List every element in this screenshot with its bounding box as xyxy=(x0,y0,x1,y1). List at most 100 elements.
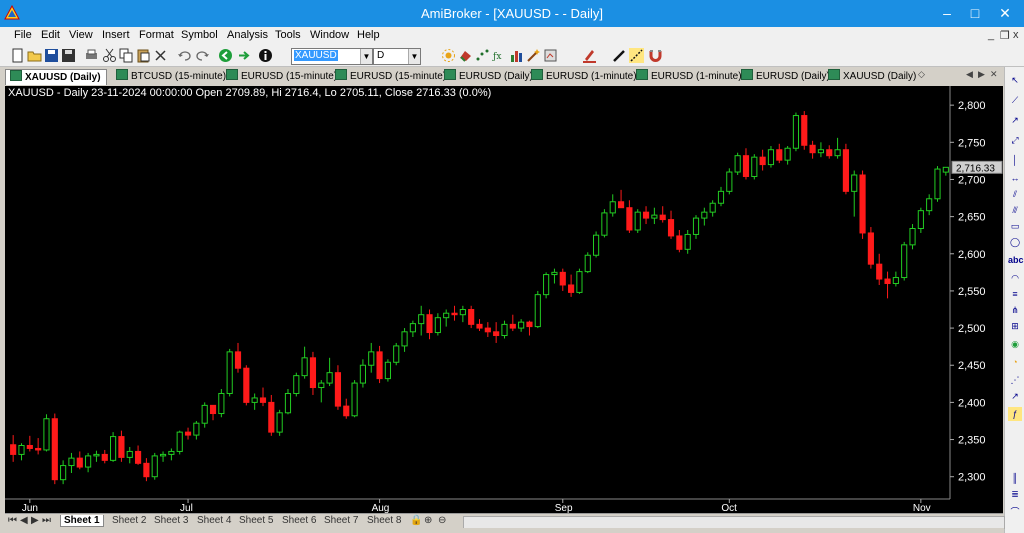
scan-icon[interactable] xyxy=(543,48,558,63)
copy-icon[interactable] xyxy=(119,48,134,63)
tab-close-icon[interactable]: ✕ xyxy=(990,69,998,80)
print-icon[interactable] xyxy=(84,48,99,63)
redo-icon[interactable] xyxy=(195,48,210,63)
save-icon[interactable] xyxy=(44,48,59,63)
symbol-value[interactable]: XAUUSD xyxy=(294,50,338,61)
sheet-tab-4[interactable]: Sheet 4 xyxy=(197,515,231,526)
tab-eurusd-daily-2[interactable]: EURUSD (Daily) xyxy=(737,69,830,84)
maximize-button[interactable]: □ xyxy=(962,4,988,22)
tab-eurusd-daily-1[interactable]: EURUSD (Daily) xyxy=(440,69,533,84)
chevron-down-icon[interactable]: ▼ xyxy=(360,49,372,64)
paste-icon[interactable] xyxy=(136,48,151,63)
horizontal-line-icon[interactable]: ↔ xyxy=(1008,171,1022,185)
menu-format[interactable]: Format xyxy=(139,29,174,41)
paint-icon[interactable] xyxy=(458,48,473,63)
menu-view[interactable]: View xyxy=(69,29,93,41)
open-folder-icon[interactable] xyxy=(27,48,42,63)
cycle-icon[interactable]: ◉ xyxy=(1008,337,1022,351)
tab-eurusd-1min-1[interactable]: EURUSD (1-minute) xyxy=(527,69,637,84)
gann-square-icon[interactable]: ⊞ xyxy=(1008,319,1022,333)
zigzag-icon[interactable]: ⋰ xyxy=(1008,373,1022,387)
extended-line-icon[interactable]: ⤢ xyxy=(1008,133,1022,147)
sheet-prev-icon[interactable]: ◀ xyxy=(20,515,28,526)
text-icon[interactable]: abc xyxy=(1008,253,1024,267)
menu-file[interactable]: File xyxy=(14,29,32,41)
trendline-icon[interactable]: ⟋ xyxy=(1008,93,1022,107)
delete-icon[interactable] xyxy=(153,48,168,63)
candlestick-chart-svg[interactable]: 2,300 2,350 2,400 2,450 2,500 2,550 2,600 2,650… xyxy=(5,86,1003,513)
andrews-pitchfork-icon[interactable]: ⋔ xyxy=(1008,303,1022,317)
ellipse-icon[interactable]: ◯ xyxy=(1008,235,1022,249)
pencil-icon[interactable] xyxy=(612,48,627,63)
interval-value[interactable]: D xyxy=(377,50,384,61)
new-file-icon[interactable] xyxy=(10,48,25,63)
menu-insert[interactable]: Insert xyxy=(102,29,130,41)
minimize-button[interactable]: – xyxy=(934,4,960,22)
tab-eurusd-15min-1[interactable]: EURUSD (15-minute) xyxy=(222,69,337,84)
tab-eurusd-1min-2[interactable]: EURUSD (1-minute) xyxy=(632,69,742,84)
bar-chart-icon[interactable] xyxy=(509,48,524,63)
sheet-last-icon[interactable]: ⏭ xyxy=(42,515,51,526)
magnet-icon[interactable] xyxy=(648,48,663,63)
cut-icon[interactable] xyxy=(102,48,117,63)
forward-arrow-icon[interactable] xyxy=(236,48,251,63)
menu-symbol[interactable]: Symbol xyxy=(181,29,218,41)
menu-help[interactable]: Help xyxy=(357,29,380,41)
tab-btcusd-15min[interactable]: BTCUSD (15-minute) xyxy=(112,69,226,84)
close-button[interactable]: ✕ xyxy=(992,4,1018,22)
tab-eurusd-15min-2[interactable]: EURUSD (15-minute) xyxy=(331,69,446,84)
info-icon[interactable] xyxy=(258,48,273,63)
sheet-first-icon[interactable]: ⏮ xyxy=(8,515,17,526)
zoom-in-icon[interactable]: ⊕ xyxy=(424,515,432,526)
mdi-close-button[interactable]: x xyxy=(1013,29,1019,41)
menu-analysis[interactable]: Analysis xyxy=(227,29,268,41)
undo-icon[interactable] xyxy=(177,48,192,63)
scatter-chart-icon[interactable] xyxy=(475,48,490,63)
chevron-down-icon[interactable]: ▼ xyxy=(408,49,420,64)
pattern-icon[interactable]: ⌒ xyxy=(1008,505,1022,519)
menu-window[interactable]: Window xyxy=(310,29,349,41)
zoom-out-icon[interactable]: ⊖ xyxy=(438,515,446,526)
pen-color-icon[interactable] xyxy=(582,48,597,63)
sun-settings-icon[interactable] xyxy=(441,48,456,63)
dotted-line-icon[interactable] xyxy=(629,48,644,63)
sheet-tab-8[interactable]: Sheet 8 xyxy=(367,515,401,526)
tab-xauusd-daily[interactable]: XAUUSD (Daily) xyxy=(5,69,107,85)
sheet-tab-2[interactable]: Sheet 2 xyxy=(112,515,146,526)
rectangle-icon[interactable]: ▭ xyxy=(1008,219,1022,233)
mdi-minimize-button[interactable]: _ xyxy=(988,29,994,41)
bars-icon[interactable]: ║ xyxy=(1008,471,1022,485)
tab-scroll-right-icon[interactable]: ▶ xyxy=(978,69,985,80)
tab-scroll-left-icon[interactable]: ◀ xyxy=(966,69,973,80)
sheet-tab-7[interactable]: Sheet 7 xyxy=(324,515,358,526)
wand-icon[interactable] xyxy=(526,48,541,63)
back-arrow-icon[interactable] xyxy=(218,48,233,63)
tab-menu-icon[interactable]: ◇ xyxy=(918,69,925,80)
parallel-lines-icon[interactable]: ⫽ xyxy=(1008,187,1022,201)
menu-tools[interactable]: Tools xyxy=(275,29,301,41)
mdi-restore-button[interactable]: ❐ xyxy=(1000,29,1010,42)
sheet-tab-6[interactable]: Sheet 6 xyxy=(282,515,316,526)
formula-draw-icon[interactable]: ƒ xyxy=(1008,407,1022,421)
arc-icon[interactable]: ◠ xyxy=(1008,271,1022,285)
interval-combobox[interactable]: D ▼ xyxy=(373,48,421,65)
sheet-tab-3[interactable]: Sheet 3 xyxy=(154,515,188,526)
buy-arrow-icon[interactable]: ↗ xyxy=(1008,389,1022,403)
menu-edit[interactable]: Edit xyxy=(41,29,60,41)
ray-icon[interactable]: ↗ xyxy=(1008,113,1022,127)
pointer-icon[interactable]: ↖ xyxy=(1008,73,1022,87)
channel-icon[interactable]: ⫻ xyxy=(1008,203,1022,217)
tab-xauusd-daily-2[interactable]: XAUUSD (Daily) xyxy=(824,69,916,84)
sheet-tab-1[interactable]: Sheet 1 xyxy=(60,515,104,527)
time-zones-icon[interactable]: ◔ xyxy=(1008,355,1022,369)
gantt-icon[interactable]: ≣ xyxy=(1008,487,1022,501)
formula-icon[interactable]: ƒx xyxy=(492,48,507,63)
fibonacci-icon[interactable]: ≡ xyxy=(1008,287,1022,301)
sheet-tab-5[interactable]: Sheet 5 xyxy=(239,515,273,526)
lock-icon[interactable]: 🔒 xyxy=(410,515,422,526)
symbol-combobox[interactable]: XAUUSD ▼ xyxy=(291,48,373,65)
save-all-icon[interactable] xyxy=(61,48,76,63)
price-chart[interactable]: 2,300 2,350 2,400 2,450 2,500 2,550 2,600 2,650… xyxy=(5,86,1003,513)
sheet-next-icon[interactable]: ▶ xyxy=(31,515,39,526)
vertical-line-icon[interactable]: │ xyxy=(1008,153,1022,167)
